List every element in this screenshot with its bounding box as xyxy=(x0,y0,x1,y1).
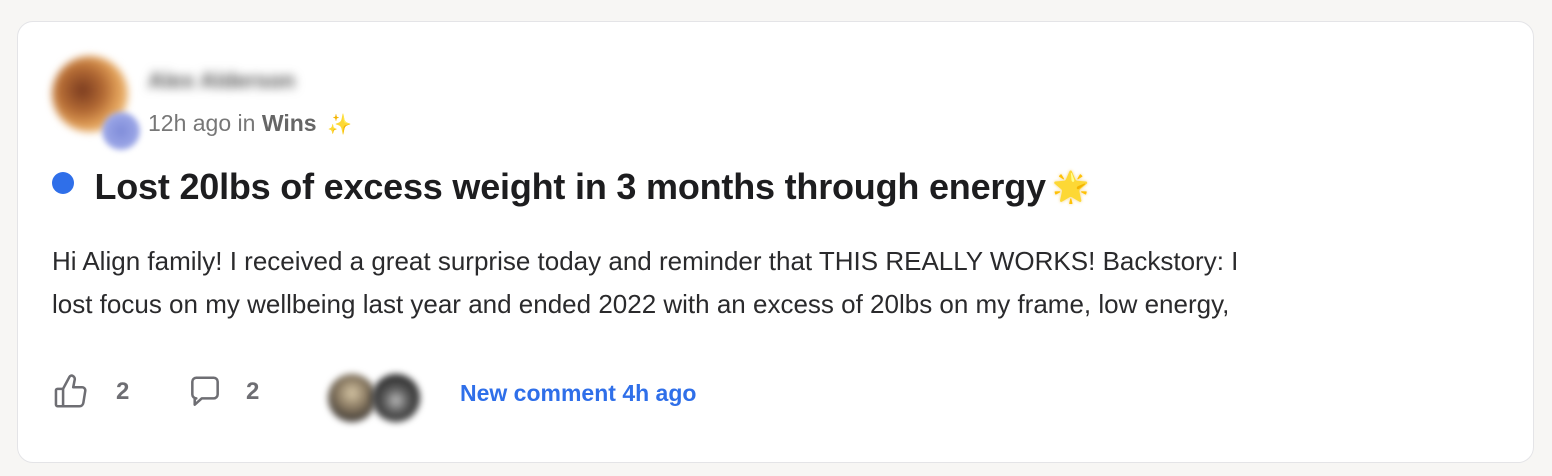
in-label: in xyxy=(237,110,256,136)
glowing-star-icon: 🌟 xyxy=(1052,170,1090,204)
avatar xyxy=(372,374,420,422)
comment-button[interactable]: 2 xyxy=(186,374,259,410)
author-avatar[interactable] xyxy=(52,56,140,150)
post-meta: 12h ago in Wins ✨ xyxy=(148,110,352,137)
sparkles-icon: ✨ xyxy=(326,114,352,136)
thumbs-up-icon xyxy=(54,374,87,408)
comment-count: 2 xyxy=(246,378,260,405)
like-count: 2 xyxy=(116,378,130,405)
participant-avatars[interactable] xyxy=(320,366,440,426)
post-footer: 2 2 New comment 4h ago xyxy=(52,366,952,422)
post-card[interactable]: Alex Alderson 12h ago in Wins ✨ Lost 20l… xyxy=(17,21,1534,463)
avatar-badge xyxy=(102,112,140,150)
post-title[interactable]: Lost 20lbs of excess weight in 3 months … xyxy=(94,166,1046,208)
unread-indicator xyxy=(52,172,74,194)
avatar xyxy=(328,374,376,422)
like-button[interactable]: 2 xyxy=(52,374,129,410)
post-body-preview[interactable]: Hi Align family! I received a great surp… xyxy=(52,240,1512,326)
body-line-1: Hi Align family! I received a great surp… xyxy=(52,246,1239,276)
author-name[interactable]: Alex Alderson xyxy=(148,68,368,96)
post-title-row[interactable]: Lost 20lbs of excess weight in 3 months … xyxy=(52,166,1090,212)
comment-bubble-icon xyxy=(191,376,219,406)
new-comment-link[interactable]: New comment 4h ago xyxy=(460,380,696,407)
body-line-2: lost focus on my wellbeing last year and… xyxy=(52,289,1230,319)
space-link[interactable]: Wins xyxy=(262,110,317,136)
post-time: 12h ago xyxy=(148,110,232,136)
